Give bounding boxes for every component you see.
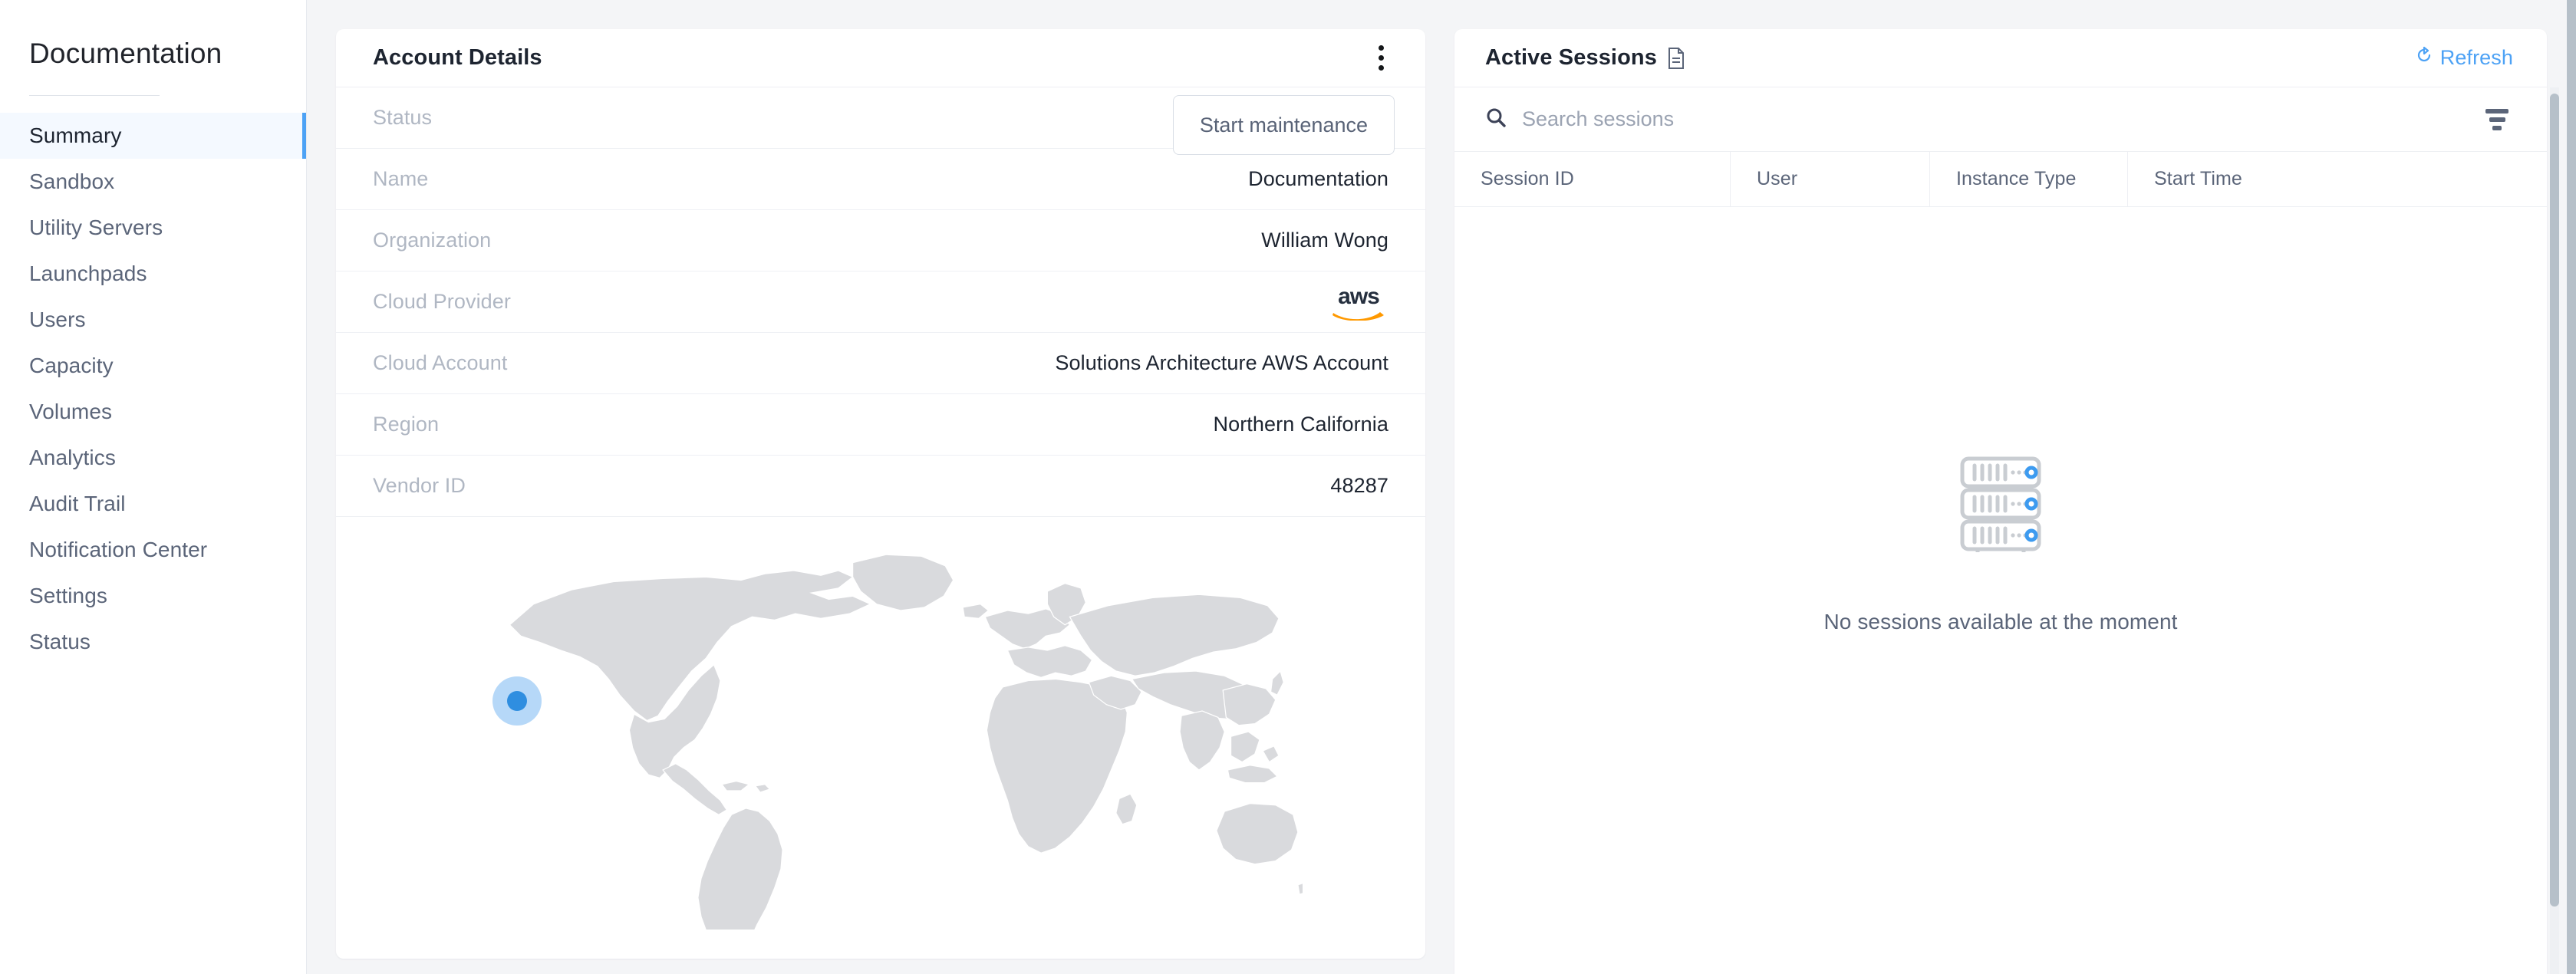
sessions-search-group [1485, 107, 2481, 132]
column-header-session-id[interactable]: Session ID [1454, 152, 1731, 206]
sidebar-item-label: Capacity [29, 354, 114, 378]
detail-row-name: Name Documentation [336, 149, 1425, 210]
detail-label: Vendor ID [373, 474, 466, 497]
sidebar-item-label: Status [29, 630, 91, 654]
sidebar-divider [29, 95, 160, 97]
detail-value: 48287 [1330, 474, 1388, 497]
sessions-search-bar [1454, 87, 2547, 152]
detail-value: Northern California [1213, 413, 1388, 436]
region-map [336, 517, 1425, 959]
sidebar-title: Documentation [29, 38, 222, 69]
detail-value: William Wong [1261, 229, 1388, 252]
sidebar-item-sandbox[interactable]: Sandbox [0, 159, 306, 205]
account-details-header: Account Details [336, 29, 1425, 87]
sidebar-item-label: Utility Servers [29, 216, 163, 240]
scrollbar-thumb[interactable] [2550, 94, 2559, 907]
detail-label: Cloud Account [373, 351, 508, 374]
sidebar-item-users[interactable]: Users [0, 297, 306, 343]
sidebar-item-volumes[interactable]: Volumes [0, 389, 306, 435]
sidebar-item-launchpads[interactable]: Launchpads [0, 251, 306, 297]
detail-value: Solutions Architecture AWS Account [1055, 351, 1388, 374]
document-icon[interactable] [1668, 47, 1685, 69]
sidebar-item-label: Volumes [29, 400, 113, 424]
sidebar-item-status[interactable]: Status [0, 619, 306, 665]
sidebar-item-label: Summary [29, 123, 122, 148]
sidebar-item-label: Users [29, 308, 86, 332]
aws-logo-icon: aws [1329, 283, 1388, 321]
page-scrollbar-thumb[interactable] [2567, 0, 2576, 974]
detail-label: Status [373, 106, 433, 129]
account-details-rows: Status Name Documentation Organization W… [336, 87, 1425, 517]
refresh-label: Refresh [2439, 46, 2513, 69]
active-sessions-header: Active Sessions Refresh [1454, 29, 2547, 87]
active-sessions-card: Active Sessions Refresh Search sessions … [1454, 29, 2547, 974]
sessions-empty-state: No sessions available at the moment [1454, 207, 2547, 974]
world-map [459, 531, 1303, 930]
sidebar-item-summary[interactable]: Summary [0, 113, 306, 160]
detail-label: Cloud Provider [373, 290, 511, 313]
refresh-button[interactable]: Refresh [2415, 46, 2513, 70]
sidebar-item-label: Notification Center [29, 538, 208, 562]
column-header-instance-type[interactable]: Instance Type [1930, 152, 2128, 206]
sidebar-item-label: Launchpads [29, 262, 147, 286]
search-icon [1485, 107, 1507, 132]
sidebar-item-label: Sandbox [29, 169, 115, 194]
sidebar-item-analytics[interactable]: Analytics [0, 435, 306, 481]
filter-icon[interactable] [2481, 104, 2513, 135]
detail-row-cloud-provider: Cloud Provider aws [336, 271, 1425, 333]
detail-row-organization: Organization William Wong [336, 210, 1425, 271]
detail-label: Name [373, 167, 429, 190]
region-marker-dot [507, 691, 527, 711]
sidebar-item-label: Audit Trail [29, 492, 126, 516]
sidebar-item-utility-servers[interactable]: Utility Servers [0, 205, 306, 251]
sidebar: Documentation Summary Sandbox Utility Se… [0, 0, 307, 974]
main-content: Account Details Status Name Documentatio… [307, 0, 2576, 974]
sidebar-item-notification-center[interactable]: Notification Center [0, 527, 306, 573]
detail-value: Documentation [1248, 167, 1388, 190]
kebab-menu-icon[interactable] [1365, 41, 1396, 75]
server-rack-icon [1958, 456, 2044, 556]
sessions-panel-scrollbar[interactable] [2550, 87, 2559, 974]
page-scrollbar[interactable] [2567, 0, 2576, 974]
detail-row-region: Region Northern California [336, 394, 1425, 456]
detail-row-vendor-id: Vendor ID 48287 [336, 456, 1425, 517]
sidebar-item-label: Settings [29, 584, 107, 608]
account-details-card: Account Details Status Name Documentatio… [336, 29, 1425, 959]
sidebar-nav: Summary Sandbox Utility Servers Launchpa… [0, 113, 306, 665]
search-input[interactable] [1522, 107, 1952, 131]
sidebar-item-settings[interactable]: Settings [0, 573, 306, 619]
aws-wordmark: aws [1338, 283, 1380, 309]
account-details-title: Account Details [373, 45, 542, 70]
start-maintenance-button[interactable]: Start maintenance [1172, 95, 1395, 155]
column-header-start-time[interactable]: Start Time [2128, 152, 2547, 206]
app-root: Documentation Summary Sandbox Utility Se… [0, 0, 2576, 974]
aws-swoosh-icon [1332, 311, 1384, 321]
refresh-icon [2415, 46, 2433, 70]
sessions-table-header: Session ID User Instance Type Start Time [1454, 152, 2547, 207]
active-sessions-title: Active Sessions [1485, 45, 1657, 70]
active-sessions-title-group: Active Sessions [1485, 45, 1685, 71]
detail-label: Region [373, 413, 440, 436]
empty-state-message: No sessions available at the moment [1823, 609, 2178, 633]
sidebar-item-audit-trail[interactable]: Audit Trail [0, 481, 306, 527]
world-map-svg [509, 554, 1303, 930]
detail-label: Organization [373, 229, 492, 252]
column-header-user[interactable]: User [1731, 152, 1930, 206]
sidebar-item-label: Analytics [29, 446, 116, 470]
detail-row-cloud-account: Cloud Account Solutions Architecture AWS… [336, 333, 1425, 394]
sidebar-item-capacity[interactable]: Capacity [0, 343, 306, 389]
